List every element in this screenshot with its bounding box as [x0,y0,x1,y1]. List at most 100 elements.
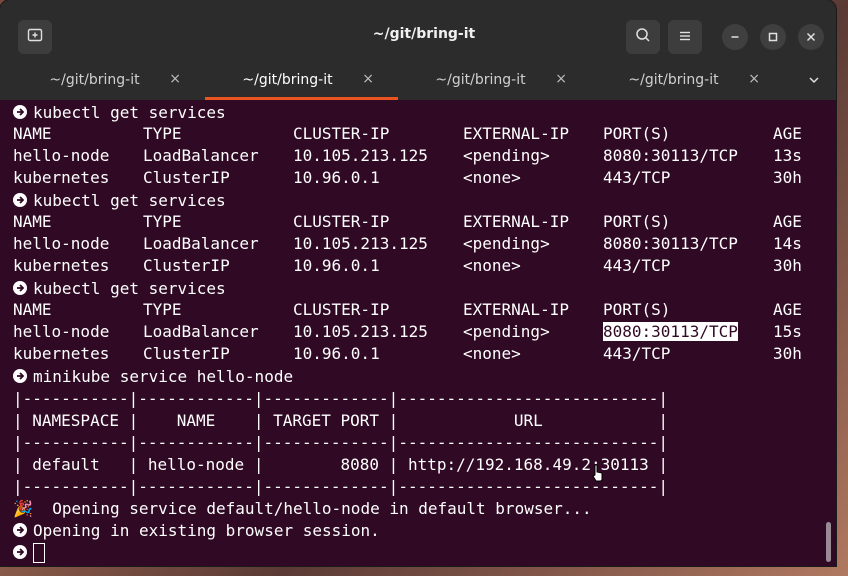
cell: <none> [463,256,521,275]
maximize-icon [767,28,779,47]
cell: 10.105.213.125 [293,322,428,341]
cell: <none> [463,168,521,187]
tab-label: ~/git/bring-it [242,72,333,88]
cell: LoadBalancer [143,322,259,341]
close-button[interactable] [798,24,824,50]
prompt-line: kubectl get services [13,190,226,212]
cell: <pending> [463,322,550,341]
prompt-line: kubectl get services [13,278,226,300]
header-type: TYPE [143,212,182,231]
cell: 443/TCP [603,168,671,187]
cell: hello-node [13,234,110,253]
tab-close-icon[interactable]: × [169,71,181,87]
cell: 443/TCP [603,344,671,363]
tab-close-icon[interactable]: × [748,71,760,87]
tab-label: ~/git/bring-it [49,72,140,88]
ascii-table-line: |-----------|------------|-------------|… [13,433,669,452]
tab-close-icon[interactable]: × [362,71,374,87]
header-external-ip: EXTERNAL-IP [463,212,569,231]
header-age: AGE [773,300,802,319]
cell: 8080:30113/TCP [603,234,738,253]
search-button[interactable] [626,20,660,54]
tab-label: ~/git/bring-it [628,72,719,88]
cell: 15s [773,322,802,341]
header-name: NAME [13,124,52,143]
cell: LoadBalancer [143,234,259,253]
window-title: ~/git/bring-it [372,26,476,42]
cell: kubernetes [13,168,110,187]
cell: kubernetes [13,344,110,363]
cell: ClusterIP [143,344,230,363]
cell: ClusterIP [143,256,230,275]
header-age: AGE [773,124,802,143]
cell: ClusterIP [143,168,230,187]
hamburger-menu-icon [678,28,692,47]
minimize-icon [729,28,741,47]
prompt-line[interactable] [13,542,45,564]
command-text: kubectl get services [33,191,226,210]
prompt-arrow-icon [13,104,27,119]
header-name: NAME [13,300,52,319]
command-text: minikube service hello-node [33,367,294,386]
header-cluster-ip: CLUSTER-IP [293,300,390,319]
command-text: kubectl get services [33,103,226,122]
prompt-line: Opening in existing browser session. [13,520,380,542]
cell: 14s [773,234,802,253]
header-ports: PORT(S) [603,300,671,319]
opening-text: Opening service default/hello-node in de… [32,499,592,518]
title-bar: ~/git/bring-it [0,0,836,60]
cell: 10.96.0.1 [293,256,380,275]
session-text: Opening in existing browser session. [33,521,380,540]
text-cursor [33,542,45,563]
search-icon [635,27,651,47]
tab-4[interactable]: ~/git/bring-it × [591,60,784,100]
terminal-window: ~/git/bring-it ~/git/bring-it × ~/git/br… [0,0,836,566]
cell: hello-node [13,322,110,341]
prompt-line: minikube service hello-node [13,366,293,388]
cell: LoadBalancer [143,146,259,165]
header-external-ip: EXTERNAL-IP [463,300,569,319]
ascii-table-line: |-----------|------------|-------------|… [13,389,669,408]
tab-1[interactable]: ~/git/bring-it × [12,60,205,100]
header-type: TYPE [143,300,182,319]
menu-button[interactable] [668,20,702,54]
cell: 8080:30113/TCP [603,146,738,165]
ascii-table-line: | default | hello-node | 8080 | http://1… [13,455,669,474]
cell: 10.105.213.125 [293,146,428,165]
cell: hello-node [13,146,110,165]
scrollbar-thumb[interactable] [826,522,831,562]
cell: kubernetes [13,256,110,275]
header-ports: PORT(S) [603,124,671,143]
cell: 30h [773,344,802,363]
cell: 10.105.213.125 [293,234,428,253]
prompt-arrow-icon [13,522,27,537]
prompt-arrow-icon [13,192,27,207]
cell: 13s [773,146,802,165]
terminal-output[interactable]: kubectl get services NAME TYPE CLUSTER-I… [0,100,836,566]
command-text: kubectl get services [33,279,226,298]
party-popper-icon: 🎉 [13,499,33,518]
tab-2[interactable]: ~/git/bring-it × [205,60,398,100]
tab-list-button[interactable] [802,68,826,92]
tab-3[interactable]: ~/git/bring-it × [398,60,591,100]
header-type: TYPE [143,124,182,143]
minimize-button[interactable] [722,24,748,50]
header-age: AGE [773,212,802,231]
prompt-line: kubectl get services [13,102,226,124]
header-ports: PORT(S) [603,212,671,231]
header-external-ip: EXTERNAL-IP [463,124,569,143]
prompt-arrow-icon [13,544,27,559]
prompt-arrow-icon [13,368,27,383]
header-cluster-ip: CLUSTER-IP [293,212,390,231]
cell: 443/TCP [603,256,671,275]
cell: <pending> [463,146,550,165]
selected-text[interactable]: 8080:30113/TCP [603,322,738,341]
ascii-table-line: |-----------|------------|-------------|… [13,477,669,496]
maximize-button[interactable] [760,24,786,50]
ascii-table-line: | NAMESPACE | NAME | TARGET PORT | URL | [13,411,669,430]
header-cluster-ip: CLUSTER-IP [293,124,390,143]
cell: 10.96.0.1 [293,168,380,187]
cell: <pending> [463,234,550,253]
tab-close-icon[interactable]: × [555,71,567,87]
cell: <none> [463,344,521,363]
